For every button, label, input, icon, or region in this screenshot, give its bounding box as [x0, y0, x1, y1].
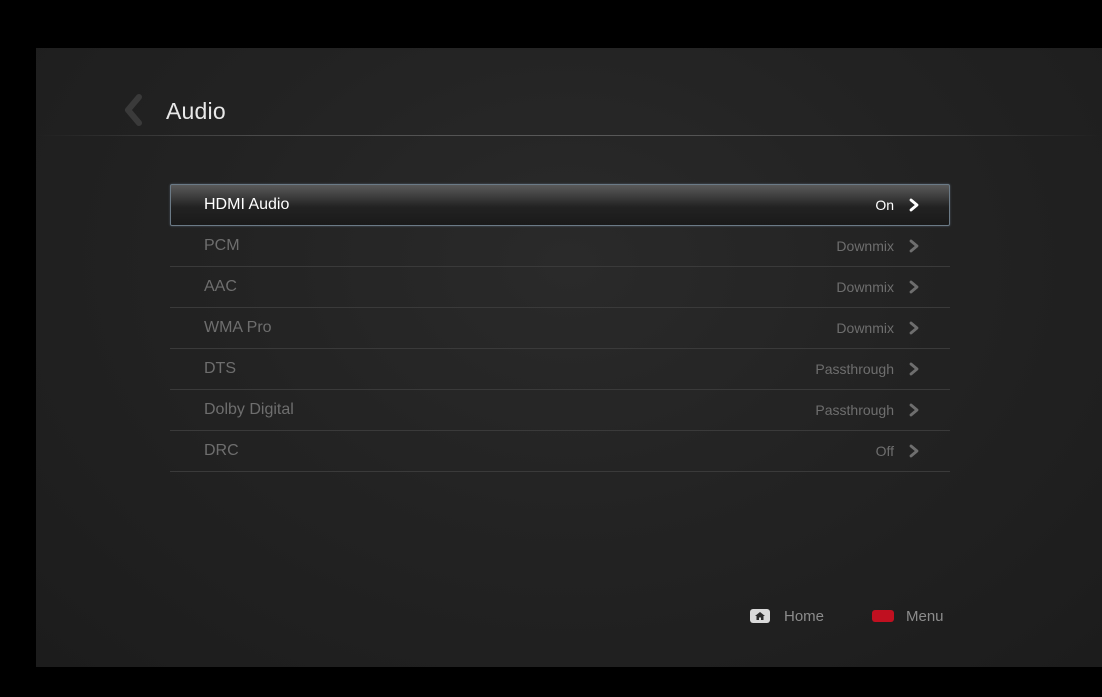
- item-value: Passthrough: [815, 361, 894, 377]
- menu-item-aac[interactable]: AAC Downmix: [170, 267, 950, 308]
- home-icon: [750, 609, 770, 623]
- item-label: DTS: [204, 360, 236, 377]
- item-label: AAC: [204, 278, 237, 295]
- footer-legend: Home Menu: [36, 604, 1102, 628]
- home-button[interactable]: Home: [750, 604, 824, 628]
- item-label: Dolby Digital: [204, 401, 294, 418]
- item-label: HDMI Audio: [204, 196, 290, 213]
- menu-item-dts[interactable]: DTS Passthrough: [170, 349, 950, 390]
- item-label: WMA Pro: [204, 319, 272, 336]
- home-label: Home: [784, 607, 825, 625]
- item-value: On: [875, 197, 894, 213]
- menu-item-hdmi-audio[interactable]: HDMI Audio On: [170, 184, 950, 226]
- item-value: Off: [875, 443, 894, 459]
- settings-panel: Audio HDMI Audio On PCM Downmix AAC Down…: [36, 48, 1102, 667]
- red-button-icon: [872, 610, 894, 622]
- menu-item-wma-pro[interactable]: WMA Pro Downmix: [170, 308, 950, 349]
- item-value: Downmix: [836, 238, 894, 254]
- item-label: PCM: [204, 237, 240, 254]
- back-chevron-icon[interactable]: [122, 94, 144, 126]
- item-value: Downmix: [836, 320, 894, 336]
- menu-item-dolby-digital[interactable]: Dolby Digital Passthrough: [170, 390, 950, 431]
- chevron-right-icon: [909, 444, 919, 458]
- chevron-right-icon: [909, 198, 919, 212]
- page-title: Audio: [166, 98, 226, 124]
- chevron-right-icon: [909, 403, 919, 417]
- menu-item-pcm[interactable]: PCM Downmix: [170, 226, 950, 267]
- screen: Audio HDMI Audio On PCM Downmix AAC Down…: [0, 0, 1102, 697]
- chevron-right-icon: [909, 239, 919, 253]
- item-label: DRC: [204, 442, 239, 459]
- chevron-right-icon: [909, 321, 919, 335]
- chevron-right-icon: [909, 280, 919, 294]
- menu-label: Menu: [906, 607, 944, 625]
- header-divider: [36, 135, 1102, 136]
- item-value: Passthrough: [815, 402, 894, 418]
- chevron-right-icon: [909, 362, 919, 376]
- item-value: Downmix: [836, 279, 894, 295]
- menu-button[interactable]: Menu: [872, 604, 944, 628]
- menu-item-drc[interactable]: DRC Off: [170, 431, 950, 472]
- audio-settings-list: HDMI Audio On PCM Downmix AAC Downmix WM…: [170, 184, 950, 472]
- header: Audio: [36, 48, 1102, 138]
